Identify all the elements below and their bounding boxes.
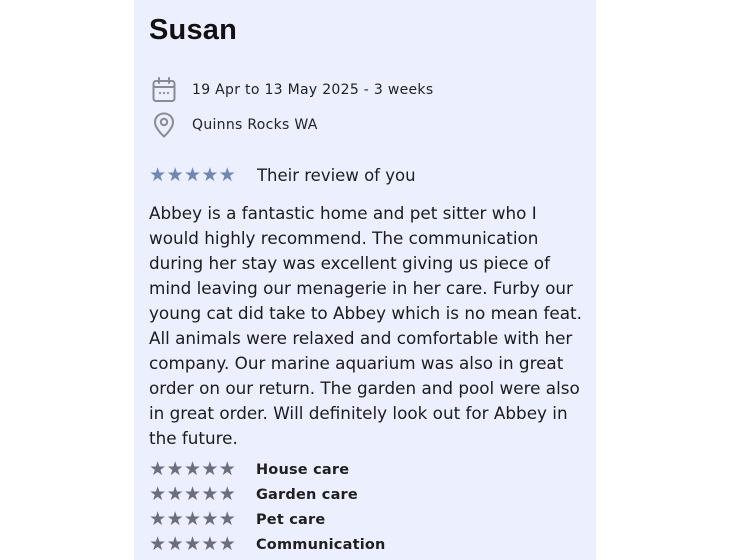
- star-icon: ★: [218, 533, 236, 555]
- star-icon: ★: [201, 458, 219, 480]
- star-icon: ★: [183, 508, 201, 530]
- location-row: Quinns Rocks WA: [151, 112, 318, 138]
- star-icon: ★: [218, 458, 236, 480]
- star-icon: ★: [201, 533, 219, 555]
- location-text: Quinns Rocks WA: [192, 117, 318, 133]
- review-card: Susan 19 Apr to 13 May 2025 - 3 weeks Qu…: [134, 0, 596, 560]
- category-label: Communication: [255, 536, 386, 553]
- star-icon: ★: [166, 483, 184, 505]
- dates-text: 19 Apr to 13 May 2025 - 3 weeks: [192, 82, 434, 98]
- star-icon: ★: [183, 533, 201, 555]
- review-heading: Their review of you: [256, 166, 416, 185]
- reviewer-name: Susan: [149, 14, 238, 46]
- category-rating-stars: ★ ★ ★ ★ ★: [149, 460, 236, 479]
- star-icon: ★: [166, 508, 184, 530]
- star-icon: ★: [149, 164, 167, 186]
- category-rating-stars: ★ ★ ★ ★ ★: [149, 485, 236, 504]
- overall-rating-stars: ★ ★ ★ ★ ★: [149, 166, 236, 185]
- category-label: House care: [255, 461, 350, 478]
- star-icon: ★: [201, 164, 219, 186]
- rating-communication: ★ ★ ★ ★ ★ Communication: [149, 535, 386, 554]
- overall-rating-row: ★ ★ ★ ★ ★ Their review of you: [149, 166, 416, 186]
- calendar-icon: [151, 77, 177, 103]
- category-rating-stars: ★ ★ ★ ★ ★: [149, 510, 236, 529]
- star-icon: ★: [149, 458, 167, 480]
- star-icon: ★: [201, 508, 219, 530]
- star-icon: ★: [183, 458, 201, 480]
- star-icon: ★: [218, 508, 236, 530]
- star-icon: ★: [218, 483, 236, 505]
- star-icon: ★: [149, 483, 167, 505]
- star-icon: ★: [166, 458, 184, 480]
- star-icon: ★: [218, 164, 236, 186]
- category-rating-stars: ★ ★ ★ ★ ★: [149, 535, 236, 554]
- rating-garden-care: ★ ★ ★ ★ ★ Garden care: [149, 485, 358, 504]
- star-icon: ★: [166, 533, 184, 555]
- star-icon: ★: [183, 164, 201, 186]
- location-pin-icon: [151, 112, 177, 138]
- rating-house-care: ★ ★ ★ ★ ★ House care: [149, 460, 349, 479]
- star-icon: ★: [201, 483, 219, 505]
- review-text: Abbey is a fantastic home and pet sitter…: [149, 203, 582, 448]
- category-label: Garden care: [255, 486, 358, 503]
- rating-pet-care: ★ ★ ★ ★ ★ Pet care: [149, 510, 325, 529]
- star-icon: ★: [149, 533, 167, 555]
- star-icon: ★: [149, 508, 167, 530]
- star-icon: ★: [166, 164, 184, 186]
- star-icon: ★: [183, 483, 201, 505]
- category-label: Pet care: [255, 511, 326, 528]
- dates-row: 19 Apr to 13 May 2025 - 3 weeks: [151, 77, 433, 103]
